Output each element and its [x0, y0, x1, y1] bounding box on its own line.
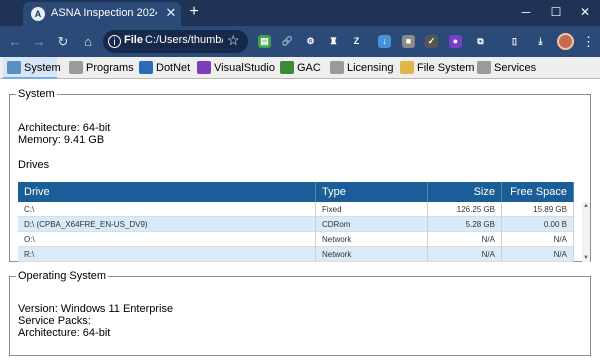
- gear-ext-icon[interactable]: ⚙: [304, 35, 317, 48]
- cell-size: 5.28 GB: [428, 217, 502, 232]
- tab-title: ASNA Inspection 2024-06-21 1: [51, 7, 157, 19]
- drives-scrollbar[interactable]: ▲ ▼: [582, 202, 590, 262]
- os-group: Operating System Version: Windows 11 Ent…: [9, 270, 591, 356]
- tab-gac[interactable]: GAC: [276, 57, 321, 79]
- table-row[interactable]: C:\ Fixed 126.25 GB 15.89 GB: [18, 202, 574, 217]
- cell-free: N/A: [502, 247, 574, 262]
- browser-menu-icon[interactable]: ⋮: [582, 33, 595, 51]
- cell-type: Network: [316, 232, 428, 247]
- download-ext-icon[interactable]: ↓: [378, 35, 391, 48]
- column-header-size[interactable]: Size: [428, 182, 502, 202]
- puzzle-ext-icon[interactable]: ♜: [327, 35, 340, 48]
- url-text[interactable]: C:/Users/thumb/...: [145, 34, 223, 46]
- browser-titlebar: A ASNA Inspection 2024-06-21 1 ✕ + ─ ☐ ✕: [0, 0, 600, 26]
- tab-close-icon[interactable]: ✕: [163, 5, 179, 21]
- system-group: System Architecture: 64-bit Memory: 9.41…: [9, 88, 591, 262]
- cell-free: 15.89 GB: [502, 202, 574, 217]
- maximize-button[interactable]: ☐: [545, 2, 567, 22]
- app-tab-strip: System Programs DotNet VisualStudio GAC Licen…: [0, 57, 600, 79]
- licensing-icon: [330, 61, 344, 74]
- os-legend: Operating System: [18, 270, 107, 282]
- z-ext-icon[interactable]: Z: [350, 35, 363, 48]
- forward-button[interactable]: →: [30, 33, 48, 51]
- system-architecture: Architecture: 64-bit: [18, 122, 111, 134]
- system-icon: [7, 61, 21, 74]
- cell-type: Network: [316, 247, 428, 262]
- drives-heading: Drives: [18, 159, 50, 171]
- scheme-label: File: [124, 34, 143, 46]
- tab-label: File System: [417, 62, 475, 74]
- drives-table: Drive Type Size Free Space C:\ Fixed 126.25 G…: [18, 182, 590, 262]
- cell-free: 0.00 B: [502, 217, 574, 232]
- site-info-icon[interactable]: i: [108, 35, 121, 48]
- tab-visualstudio[interactable]: VisualStudio: [193, 57, 275, 79]
- tab-system[interactable]: System: [3, 57, 61, 79]
- dotnet-icon: [139, 61, 153, 74]
- drives-table-header: Drive Type Size Free Space: [18, 182, 574, 202]
- visualstudio-icon: [197, 61, 211, 74]
- browser-tab[interactable]: A ASNA Inspection 2024-06-21 1 ✕: [23, 2, 181, 26]
- new-tab-button[interactable]: +: [185, 3, 203, 21]
- cell-free: N/A: [502, 232, 574, 247]
- drives-table-body: C:\ Fixed 126.25 GB 15.89 GB D:\ (CPBA_X64FR…: [18, 202, 574, 262]
- bookmark-star-icon[interactable]: ☆: [227, 32, 240, 49]
- cell-type: CDRom: [316, 217, 428, 232]
- cell-drive: O:\: [18, 232, 316, 247]
- close-window-button[interactable]: ✕: [574, 2, 596, 22]
- extensions-icon[interactable]: ⧉: [474, 35, 487, 48]
- table-row[interactable]: D:\ (CPBA_X64FRE_EN-US_DV9) CDRom 5.28 GB 0…: [18, 217, 574, 232]
- asna-favicon-icon: A: [31, 7, 45, 21]
- tab-licensing[interactable]: Licensing: [326, 57, 393, 79]
- tab-label: DotNet: [156, 62, 191, 74]
- services-icon: [477, 61, 491, 74]
- filesystem-icon: [400, 61, 414, 74]
- system-memory: Memory: 9.41 GB: [18, 134, 105, 146]
- address-bar[interactable]: i File C:/Users/thumb/... ☆: [103, 30, 248, 53]
- downloads-icon[interactable]: ⤓: [534, 35, 547, 48]
- table-row[interactable]: R:\ Network N/A N/A: [18, 247, 574, 262]
- browser-toolbar: ← → ↻ ⌂ i File C:/Users/thumb/... ☆ ▤ 🔗 ⚙ ♜…: [0, 26, 600, 57]
- tab-label: VisualStudio: [214, 62, 275, 74]
- home-button[interactable]: ⌂: [79, 33, 97, 51]
- tab-label: GAC: [297, 62, 321, 74]
- back-button[interactable]: ←: [6, 33, 24, 51]
- gac-icon: [280, 61, 294, 74]
- green-ext-icon[interactable]: ▤: [258, 35, 271, 48]
- cell-drive: R:\: [18, 247, 316, 262]
- column-header-drive[interactable]: Drive: [18, 182, 316, 202]
- check-ext-icon[interactable]: ✓: [425, 35, 438, 48]
- cell-size: N/A: [428, 247, 502, 262]
- minimize-button[interactable]: ─: [515, 2, 537, 22]
- cell-size: 126.25 GB: [428, 202, 502, 217]
- table-row[interactable]: O:\ Network N/A N/A: [18, 232, 574, 247]
- tab-label: Services: [494, 62, 537, 74]
- purple-ext-icon[interactable]: ●: [449, 35, 462, 48]
- scroll-up-icon[interactable]: ▲: [582, 202, 590, 210]
- cell-type: Fixed: [316, 202, 428, 217]
- cell-drive: D:\ (CPBA_X64FRE_EN-US_DV9): [18, 217, 316, 232]
- system-legend: System: [18, 88, 55, 100]
- programs-icon: [69, 61, 83, 74]
- tab-file-system[interactable]: File System: [396, 57, 474, 79]
- scroll-down-icon[interactable]: ▼: [582, 254, 590, 262]
- os-version: Version: Windows 11 Enterprise: [18, 303, 174, 315]
- tab-label: System: [24, 62, 61, 74]
- os-architecture: Architecture: 64-bit: [18, 327, 111, 339]
- tab-label: Programs: [86, 62, 134, 74]
- profile-avatar[interactable]: [557, 33, 574, 50]
- link-ext-icon[interactable]: 🔗: [281, 35, 294, 48]
- sidebar-icon[interactable]: ▯: [508, 35, 521, 48]
- reload-button[interactable]: ↻: [54, 33, 72, 51]
- os-service-packs: Service Packs:: [18, 315, 91, 327]
- column-header-free-space[interactable]: Free Space: [502, 182, 574, 202]
- tab-services[interactable]: Services: [473, 57, 536, 79]
- main-content: System Architecture: 64-bit Memory: 9.41…: [0, 80, 600, 360]
- cell-drive: C:\: [18, 202, 316, 217]
- tab-dotnet[interactable]: DotNet: [135, 57, 190, 79]
- tab-label: Licensing: [347, 62, 394, 74]
- column-header-type[interactable]: Type: [316, 182, 428, 202]
- tab-programs[interactable]: Programs: [65, 57, 134, 79]
- cell-size: N/A: [428, 232, 502, 247]
- box-ext-icon[interactable]: ■: [402, 35, 415, 48]
